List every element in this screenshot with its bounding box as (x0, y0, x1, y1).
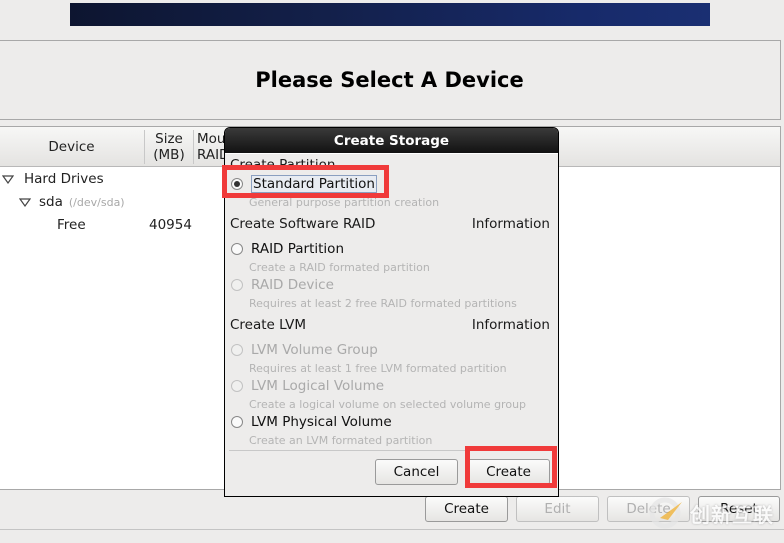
tree-row-hard-drives[interactable]: Hard Drives (2, 168, 104, 190)
tree-row-label: Free (57, 217, 86, 233)
option-label: RAID Partition (251, 241, 344, 257)
option-lvm-physical-volume[interactable]: LVM Physical Volume (231, 414, 392, 430)
create-button[interactable]: Create (425, 496, 508, 522)
tree-row-sda[interactable]: sda (/dev/sda) (19, 191, 125, 213)
cancel-button[interactable]: Cancel (375, 459, 458, 485)
page-title: Please Select A Device (255, 68, 524, 92)
radio-unchecked-icon[interactable] (231, 243, 243, 255)
option-label: LVM Physical Volume (251, 414, 392, 430)
title-panel: Please Select A Device (0, 40, 781, 120)
annotation-highlight-standard-partition (222, 165, 389, 198)
device-path: (/dev/sda) (68, 195, 125, 209)
expander-open-icon[interactable] (2, 174, 14, 184)
tree-row-free[interactable]: Free 40954 (57, 214, 197, 236)
column-header-device[interactable]: Device (0, 127, 144, 167)
create-button-label: Create (444, 501, 489, 517)
option-label: RAID Device (251, 277, 334, 293)
dialog-title-bar[interactable]: Create Storage (225, 128, 558, 153)
edit-button[interactable]: Edit (516, 496, 599, 522)
radio-unchecked-icon[interactable] (231, 344, 243, 356)
radio-unchecked-icon[interactable] (231, 279, 243, 291)
column-header-size[interactable]: Size (MB) (145, 127, 193, 167)
watermark-text: 创新互联 (690, 502, 774, 527)
tree-row-label: Hard Drives (24, 171, 104, 187)
dialog-title: Create Storage (333, 132, 450, 149)
edit-button-label: Edit (544, 501, 571, 517)
radio-unchecked-icon[interactable] (231, 416, 243, 428)
column-device-label: Device (48, 139, 95, 155)
tree-row-label: sda (39, 194, 63, 210)
tree-row-size: 40954 (149, 217, 192, 233)
option-description: Create a RAID formated partition (249, 261, 430, 274)
radio-unchecked-icon[interactable] (231, 380, 243, 392)
option-raid-device[interactable]: RAID Device (231, 277, 334, 293)
raid-information-label: Information (471, 216, 550, 232)
column-mount-label-1: Mou (197, 131, 226, 147)
option-description: Create a logical volume on selected volu… (249, 398, 527, 411)
installer-banner (70, 3, 710, 26)
option-label: LVM Logical Volume (251, 378, 385, 394)
column-size-label-2: (MB) (153, 147, 185, 163)
option-lvm-volume-group[interactable]: LVM Volume Group (231, 342, 378, 358)
installer-window: Please Select A Device Device Size (MB) … (0, 0, 784, 543)
section-create-lvm: Create LVM (230, 317, 307, 333)
cancel-button-label: Cancel (393, 464, 440, 480)
option-description: Requires at least 2 free RAID formated p… (249, 297, 517, 310)
annotation-highlight-create-button (465, 446, 557, 488)
option-label: LVM Volume Group (251, 342, 378, 358)
option-description: Requires at least 1 free LVM formated pa… (249, 362, 507, 375)
lvm-information-label: Information (471, 317, 550, 333)
option-lvm-logical-volume[interactable]: LVM Logical Volume (231, 378, 384, 394)
option-description: Create an LVM formated partition (249, 434, 433, 447)
option-raid-partition[interactable]: RAID Partition (231, 241, 344, 257)
watermark-logo-icon (649, 497, 682, 529)
section-create-raid: Create Software RAID (230, 216, 376, 232)
column-separator (193, 130, 194, 164)
watermark: 创新互联 (648, 495, 778, 531)
column-size-label-1: Size (155, 131, 183, 147)
expander-open-icon[interactable] (19, 197, 31, 207)
